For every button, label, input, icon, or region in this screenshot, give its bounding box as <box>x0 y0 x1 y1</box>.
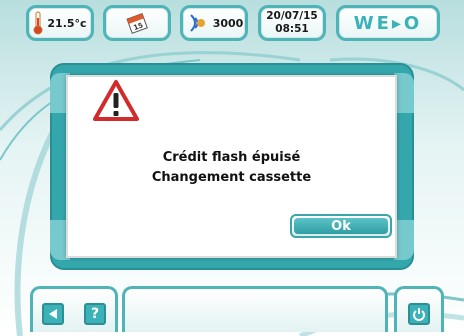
time-value: 08:51 <box>275 23 309 35</box>
help-label: ? <box>90 306 100 322</box>
back-arrow-icon <box>49 309 57 319</box>
calendar-tile[interactable]: 15 <box>103 5 171 41</box>
top-status-bar: 21.5°c 15 3000 20/07/15 08:51 WE▸O <box>0 0 464 46</box>
ok-button-label: Ok <box>294 218 388 234</box>
back-button[interactable] <box>42 303 64 325</box>
power-button[interactable] <box>408 303 430 325</box>
ok-button[interactable]: Ok <box>290 214 392 238</box>
screen: 21.5°c 15 3000 20/07/15 08:51 WE▸O Crédi… <box>0 0 464 336</box>
date-value: 20/07/15 <box>266 10 318 22</box>
brand-logo: WE▸O <box>353 12 423 34</box>
nav-buttons-tile: ? <box>30 286 118 332</box>
calendar-icon: 15 <box>126 13 148 34</box>
alert-line-1: Crédit flash épuisé <box>162 150 301 165</box>
warning-triangle-icon <box>93 80 139 121</box>
temperature-value: 21.5°c <box>47 16 87 30</box>
bottom-info-panel <box>122 286 388 332</box>
frame-cap <box>394 220 414 260</box>
power-icon <box>413 308 425 321</box>
alert-message: Crédit flash épuisé Changement cassette <box>66 148 397 188</box>
power-tile <box>394 286 444 332</box>
flash-counter-tile[interactable]: 3000 <box>180 5 248 41</box>
signal-icon <box>189 14 205 32</box>
flash-counter-value: 3000 <box>212 16 244 30</box>
thermometer-icon <box>33 11 43 35</box>
frame-cap <box>394 73 414 113</box>
logo-tile[interactable]: WE▸O <box>336 5 440 41</box>
bottom-bar: ? <box>0 286 464 336</box>
temperature-tile[interactable]: 21.5°c <box>26 5 94 41</box>
alert-line-2: Changement cassette <box>151 170 312 185</box>
help-button[interactable]: ? <box>84 303 106 325</box>
datetime-tile[interactable]: 20/07/15 08:51 <box>258 5 326 41</box>
